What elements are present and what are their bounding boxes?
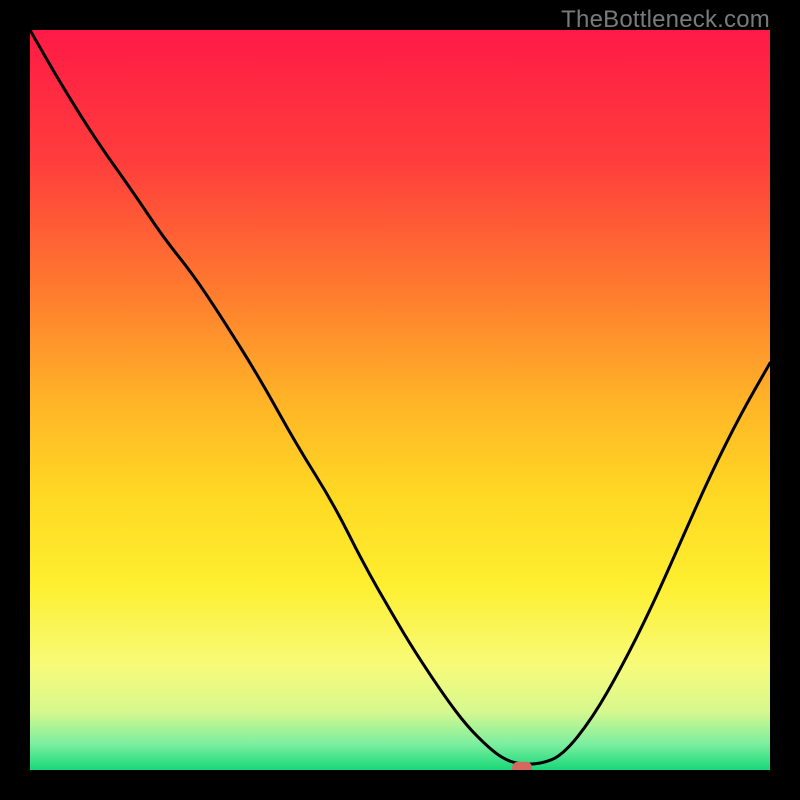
- chart-frame: TheBottleneck.com: [0, 0, 800, 800]
- plot-area: [30, 30, 770, 770]
- gradient-backdrop: [30, 30, 770, 770]
- chart-svg: [30, 30, 770, 770]
- optimum-marker: [512, 762, 532, 770]
